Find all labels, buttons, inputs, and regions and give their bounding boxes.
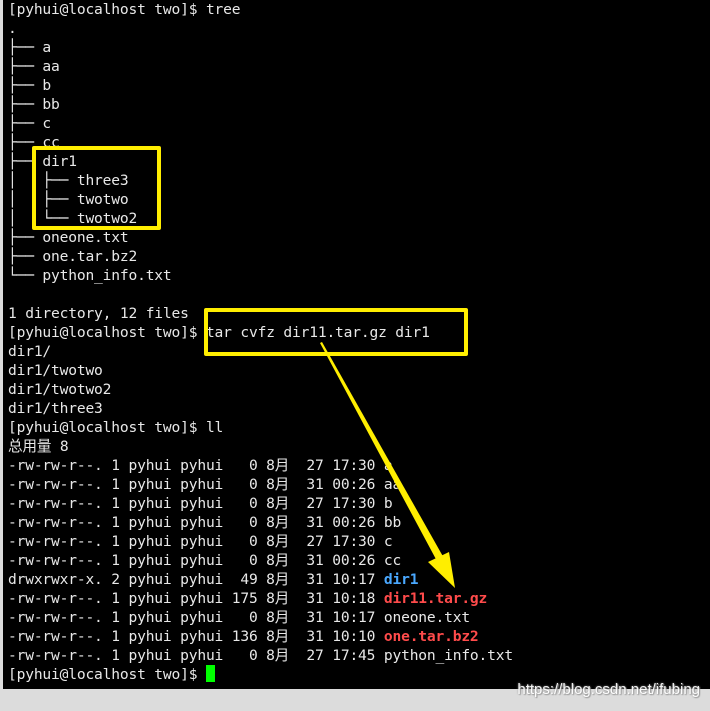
ll-row: -rw-rw-r--. 1 pyhui pyhui 0 8月 31 00:26 …: [8, 475, 401, 494]
ll-row-meta: -rw-rw-r--. 1 pyhui pyhui 0 8月 31 00:26: [8, 514, 384, 531]
ll-row-meta: -rw-rw-r--. 1 pyhui pyhui 136 8月 31 10:1…: [8, 628, 384, 645]
tree-line: ├── aa: [8, 58, 60, 75]
cursor: [205, 665, 215, 682]
ll-row: -rw-rw-r--. 1 pyhui pyhui 0 8月 31 10:17 …: [8, 608, 470, 627]
highlight-box-dir1-tree: [32, 146, 161, 230]
ll-row-filename: cc: [383, 552, 402, 569]
watermark: https://blog.csdn.net/ifubing: [517, 681, 700, 698]
tree-line: .: [8, 20, 17, 37]
tree-line: ├── a: [8, 39, 52, 56]
prompt: [pyhui@localhost two]$: [8, 666, 198, 683]
ll-row: -rw-rw-r--. 1 pyhui pyhui 175 8月 31 10:1…: [8, 589, 487, 608]
ll-row-filename: dir1: [383, 571, 419, 588]
ll-row-meta: -rw-rw-r--. 1 pyhui pyhui 0 8月 27 17:45: [8, 647, 384, 664]
ll-row-meta: -rw-rw-r--. 1 pyhui pyhui 0 8月 31 10:17: [8, 609, 384, 626]
ll-row-filename: b: [383, 495, 393, 512]
tar-output-line: dir1/three3: [8, 400, 103, 417]
command-ll: ll: [205, 419, 224, 436]
ll-row: -rw-rw-r--. 1 pyhui pyhui 0 8月 27 17:45 …: [8, 646, 513, 665]
ll-row-filename: one.tar.bz2: [383, 628, 479, 645]
prompt: [pyhui@localhost two]$: [8, 324, 198, 341]
ll-row: -rw-rw-r--. 1 pyhui pyhui 0 8月 27 17:30 …: [8, 532, 393, 551]
ll-row-meta: -rw-rw-r--. 1 pyhui pyhui 0 8月 27 17:30: [8, 457, 384, 474]
ll-row: -rw-rw-r--. 1 pyhui pyhui 0 8月 31 00:26 …: [8, 551, 401, 570]
tar-output-line: dir1/twotwo2: [8, 381, 112, 398]
ll-row-filename: python_info.txt: [383, 647, 513, 664]
ll-row-filename: dir11.tar.gz: [383, 590, 488, 607]
tree-line: ├── oneone.txt: [8, 229, 129, 246]
tree-line: ├── bb: [8, 96, 60, 113]
tar-output-line: dir1/: [8, 343, 52, 360]
tree-line: ├── one.tar.bz2: [8, 248, 138, 265]
prompt: [pyhui@localhost two]$: [8, 1, 198, 18]
ll-row: drwxrwxr-x. 2 pyhui pyhui 49 8月 31 10:17…: [8, 570, 418, 589]
ll-row: -rw-rw-r--. 1 pyhui pyhui 0 8月 27 17:30 …: [8, 494, 393, 513]
ll-row-meta: -rw-rw-r--. 1 pyhui pyhui 0 8月 31 00:26: [8, 476, 384, 493]
tree-line: └── python_info.txt: [8, 267, 172, 284]
ll-row-meta: drwxrwxr-x. 2 pyhui pyhui 49 8月 31 10:17: [8, 571, 384, 588]
ll-row-filename: a: [383, 457, 393, 474]
ll-row: -rw-rw-r--. 1 pyhui pyhui 136 8月 31 10:1…: [8, 627, 479, 646]
highlight-box-tar-command: [204, 308, 468, 356]
tree-line: ├── c: [8, 115, 52, 132]
command-tree: tree: [205, 1, 241, 18]
ll-row-meta: -rw-rw-r--. 1 pyhui pyhui 175 8月 31 10:1…: [8, 590, 384, 607]
ll-row: -rw-rw-r--. 1 pyhui pyhui 0 8月 31 00:26 …: [8, 513, 401, 532]
prompt-line-ll: [pyhui@localhost two]$ ll: [8, 418, 223, 437]
ll-row-filename: aa: [383, 476, 402, 493]
ll-row-filename: bb: [383, 514, 402, 531]
tree-line: ├── b: [8, 77, 52, 94]
ll-row-meta: -rw-rw-r--. 1 pyhui pyhui 0 8月 27 17:30: [8, 495, 384, 512]
prompt-line-current: [pyhui@localhost two]$: [8, 665, 215, 684]
prompt-line-tree: [pyhui@localhost two]$ tree: [8, 0, 241, 19]
tar-output-line: dir1/twotwo: [8, 362, 103, 379]
prompt: [pyhui@localhost two]$: [8, 419, 198, 436]
ll-row-filename: oneone.txt: [383, 609, 470, 626]
ll-row-meta: -rw-rw-r--. 1 pyhui pyhui 0 8月 27 17:30: [8, 533, 384, 550]
total-line: 总用量 8: [8, 438, 69, 455]
ll-row-meta: -rw-rw-r--. 1 pyhui pyhui 0 8月 31 00:26: [8, 552, 384, 569]
tree-summary: 1 directory, 12 files: [8, 305, 189, 322]
ll-row: -rw-rw-r--. 1 pyhui pyhui 0 8月 27 17:30 …: [8, 456, 393, 475]
ll-row-filename: c: [383, 533, 393, 550]
